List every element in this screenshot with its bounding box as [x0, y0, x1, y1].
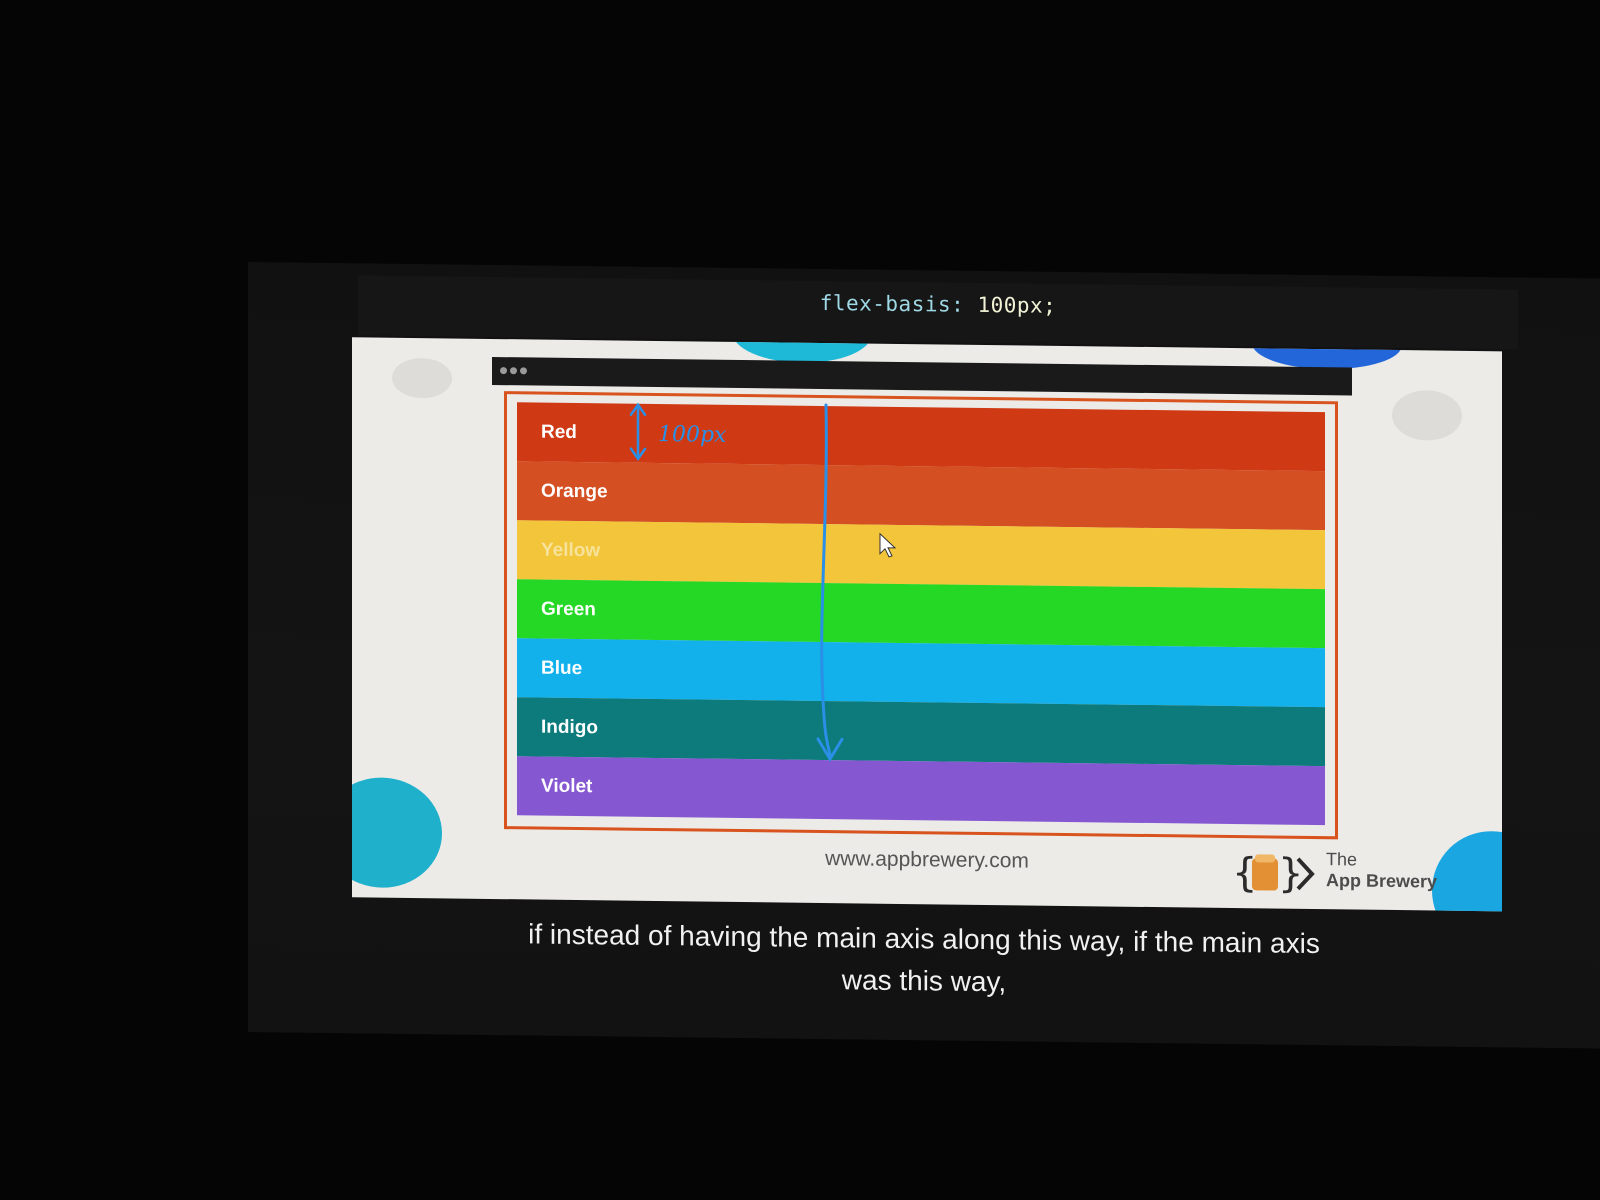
brand-line-1: The [1326, 849, 1358, 870]
decor-blob-bottom-left [352, 776, 442, 889]
window-dot-1 [500, 367, 507, 375]
video-subtitle: if instead of having the main axis along… [248, 910, 1600, 1011]
row-label: Violet [541, 775, 593, 797]
window-dot-2 [510, 367, 517, 375]
lecture-slide: Red Orange Yellow Green Blue Indigo Violet 100… [352, 337, 1502, 912]
decor-blob-grey-1 [392, 357, 452, 399]
rainbow-row-blue: Blue [517, 638, 1325, 708]
app-brewery-logo-icon: { } [1232, 850, 1315, 897]
row-label: Yellow [541, 539, 601, 561]
row-label: Red [541, 421, 577, 443]
css-value: 100px; [977, 292, 1057, 318]
rainbow-row-yellow: Yellow [517, 520, 1325, 590]
window-dot-3 [520, 367, 527, 375]
brand-logo: { } The App Brewery [1232, 844, 1482, 903]
css-property: flex-basis: [819, 290, 965, 317]
code-snippet-bar: flex-basis: 100px; [358, 275, 1518, 350]
flex-container: Red Orange Yellow Green Blue Indigo Violet [504, 391, 1338, 840]
row-label: Indigo [541, 716, 598, 738]
video-player-screen: flex-basis: 100px; Red Orange Yellow Green B… [248, 262, 1600, 1049]
rainbow-row-red: Red [517, 402, 1325, 472]
brand-line-2: App Brewery [1326, 870, 1438, 892]
rainbow-row-indigo: Indigo [517, 697, 1325, 767]
row-label: Orange [541, 480, 608, 502]
rainbow-row-orange: Orange [517, 461, 1325, 531]
browser-title-bar [492, 356, 1352, 396]
rainbow-row-green: Green [517, 579, 1325, 649]
rainbow-row-violet: Violet [517, 756, 1325, 826]
rainbow-rows: Red Orange Yellow Green Blue Indigo Violet [517, 402, 1325, 828]
row-label: Green [541, 598, 596, 620]
decor-blob-grey-2 [1392, 389, 1462, 441]
row-label: Blue [541, 657, 583, 679]
